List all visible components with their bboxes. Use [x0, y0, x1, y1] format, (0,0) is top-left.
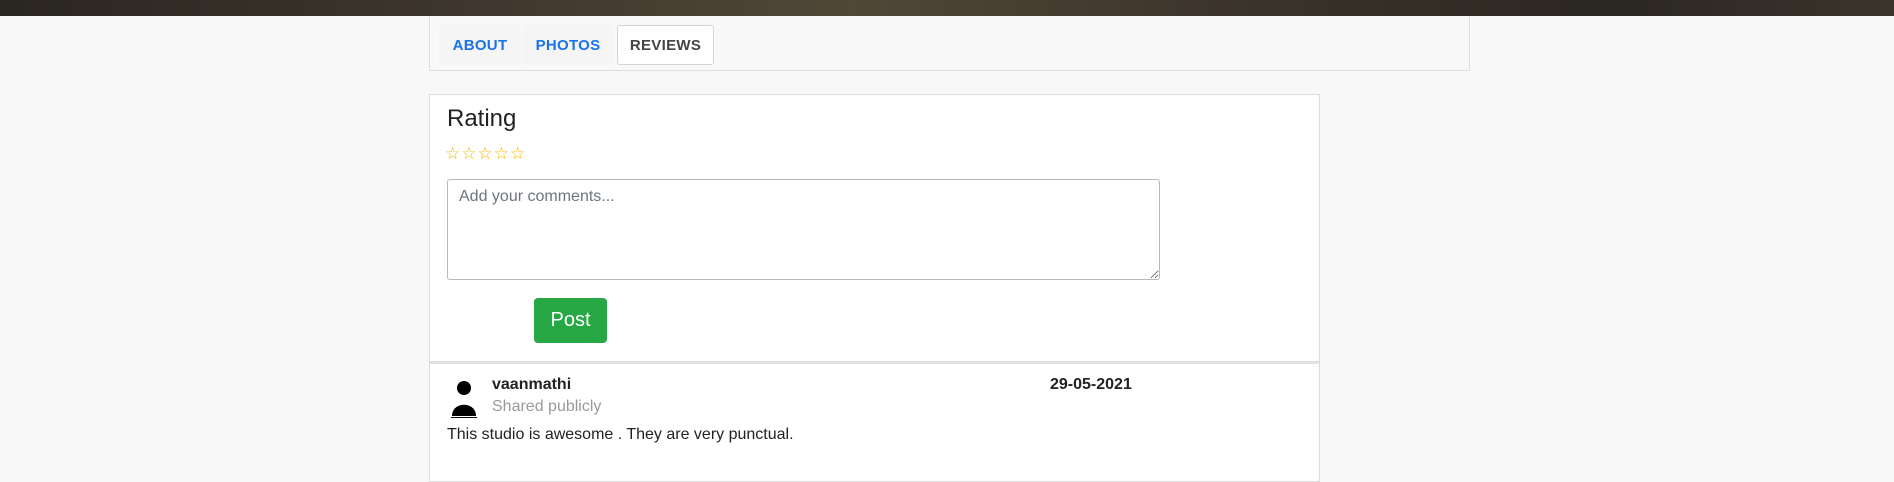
review-date: 29-05-2021 [1050, 376, 1132, 393]
star-icon[interactable]: ☆ [494, 145, 509, 162]
hero-banner-strip [0, 0, 1894, 16]
post-button[interactable]: Post [534, 298, 607, 343]
comment-input[interactable] [447, 179, 1160, 280]
user-silhouette-icon [451, 381, 477, 418]
tab-photos[interactable]: PHOTOS [523, 25, 613, 65]
star-icon[interactable]: ☆ [510, 145, 525, 162]
tab-bar: ABOUT PHOTOS REVIEWS [429, 16, 1470, 71]
tab-about[interactable]: ABOUT [439, 25, 521, 65]
star-rating: ☆ ☆ ☆ ☆ ☆ [445, 145, 525, 162]
review-item: vaanmathi Shared publicly 29-05-2021 Thi… [429, 362, 1320, 482]
rating-title: Rating [447, 105, 517, 132]
tab-reviews[interactable]: REVIEWS [617, 25, 714, 65]
rating-panel: Rating ☆ ☆ ☆ ☆ ☆ Post [429, 94, 1320, 362]
review-visibility: Shared publicly [492, 398, 602, 415]
reviewer-name: vaanmathi [492, 376, 572, 393]
review-text: This studio is awesome . They are very p… [447, 426, 794, 443]
star-icon[interactable]: ☆ [478, 145, 493, 162]
star-icon[interactable]: ☆ [445, 145, 460, 162]
star-icon[interactable]: ☆ [461, 145, 476, 162]
